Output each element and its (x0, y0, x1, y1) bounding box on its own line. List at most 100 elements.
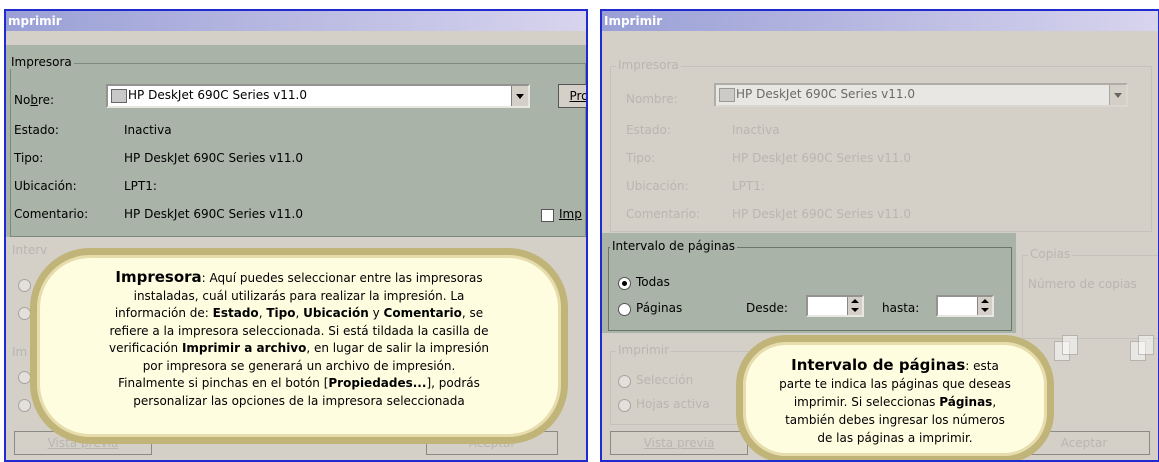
interval-help-tooltip: Intervalo de páginas: esta parte te indi… (736, 335, 1054, 460)
copies-group-title: Copias (1028, 247, 1073, 261)
status-label: Estado: (14, 123, 59, 137)
tooltip-text: imprimir. Si seleccionas (793, 395, 940, 409)
chevron-down-icon[interactable] (1109, 85, 1126, 105)
active-sheets-label: Hojas activa (636, 397, 710, 411)
print-group-title: Imprimir (616, 343, 672, 357)
tooltip-text: verificación (108, 341, 182, 355)
printer-select-value: HP DeskJet 690C Series v11.0 (736, 87, 915, 101)
preview-button[interactable]: Vista previa (610, 431, 748, 455)
accept-button-label: Aceptar (1060, 436, 1108, 450)
dialog-title: mprimir (6, 11, 586, 31)
tooltip-text: , se (461, 306, 484, 320)
tooltip-text: información de: Estado, Tipo, Ubicación … (37, 305, 561, 323)
tooltip-bold: Tipo (266, 306, 296, 320)
pages-radio[interactable] (618, 303, 631, 316)
print-dialog-page-range: Imprimir Impresora Nombre: HP DeskJet 69… (600, 9, 1159, 462)
printer-help-tooltip: Impresora: Aquí puedes seleccionar entre… (30, 248, 568, 444)
location-label: Ubicación: (14, 179, 77, 193)
printer-select[interactable]: HP DeskJet 690C Series v11.0 (714, 83, 1128, 107)
tooltip-text: instaladas, cuál utilizarás para realiza… (133, 288, 465, 303)
printer-select-value: HP DeskJet 690C Series v11.0 (128, 88, 307, 102)
tooltip-text: verificación Imprimir a archivo, en luga… (37, 340, 561, 358)
tooltip-text: , (992, 395, 997, 409)
selection-label: Selección (636, 373, 694, 387)
tooltip-heading: Impresora (115, 268, 202, 286)
type-value: HP DeskJet 690C Series v11.0 (124, 151, 303, 165)
location-value: LPT1: (732, 179, 765, 193)
type-value: HP DeskJet 690C Series v11.0 (732, 151, 911, 165)
tooltip-bold: Propiedades... (328, 376, 427, 390)
comment-value: HP DeskJet 690C Series v11.0 (124, 207, 303, 221)
printer-select[interactable]: HP DeskJet 690C Series v11.0 (106, 84, 530, 108)
tooltip-text: personalizar las opciones de la impresor… (133, 393, 465, 408)
all-pages-radio[interactable] (18, 279, 31, 292)
interval-group-title: Interv (12, 243, 48, 257)
name-label: Nobre: (14, 93, 55, 107)
tooltip-text: por impresora se generará un archivo de … (142, 358, 456, 373)
comment-label: Comentario: (626, 207, 701, 221)
print-dialog-printer: mprimir Impresora Nobre: HP DeskJet 690C… (4, 9, 588, 462)
tooltip-text: información de: (114, 306, 213, 320)
location-label: Ubicación: (626, 179, 689, 193)
name-label: Nombre: (626, 92, 678, 106)
type-label: Tipo: (14, 151, 44, 165)
status-label: Estado: (626, 123, 671, 137)
copies-group (1022, 255, 1158, 339)
dialog-title: Imprimir (602, 11, 1158, 31)
printer-group-title: Impresora (616, 58, 681, 72)
tooltip-bold: Imprimir a archivo (181, 341, 307, 355)
tooltip-bold: Páginas (939, 395, 993, 409)
printer-icon (719, 88, 735, 102)
tooltip-text: , (295, 306, 304, 320)
interval-group (608, 247, 1012, 331)
tooltip-bold: Estado (212, 306, 259, 320)
location-value: LPT1: (124, 179, 157, 193)
status-value: Inactiva (124, 123, 172, 137)
from-page-spinner[interactable] (806, 295, 864, 317)
tooltip-text: y (368, 306, 384, 320)
type-label: Tipo: (626, 151, 656, 165)
preview-button-label: Vista previa (643, 436, 715, 450)
to-page-spinner[interactable] (936, 295, 994, 317)
printer-icon (111, 89, 127, 103)
print-to-file-checkbox[interactable] (541, 209, 554, 222)
tooltip-text: imprimir. Si seleccionas Páginas, (743, 393, 1047, 411)
printer-group-title: Impresora (9, 55, 74, 69)
comment-label: Comentario: (14, 207, 89, 221)
copies-count-label: Número de copias (1028, 277, 1137, 291)
from-label: Desde: (746, 301, 788, 315)
interval-group-title: Intervalo de páginas (610, 239, 738, 253)
tooltip-text: ], podrás (426, 376, 480, 390)
tooltip-text: también debes ingresar los números (785, 413, 1005, 427)
name-label-mnemonic: b (30, 93, 38, 107)
tooltip-text: : esta (965, 359, 999, 373)
chevron-down-icon[interactable] (511, 86, 528, 106)
all-pages-radio[interactable] (618, 277, 631, 290)
spinner-arrows-icon[interactable] (847, 297, 862, 315)
pages-label: Páginas (636, 301, 683, 315)
print-group-title: Im (12, 345, 28, 359)
tooltip-text: Finalmente si pinchas en el botón [Propi… (37, 375, 561, 393)
tooltip-text: refiere a la impresora seleccionada. Si … (109, 323, 489, 338)
properties-button[interactable]: Pro (558, 84, 588, 108)
tooltip-text: : Aquí puedes seleccionar entre las impr… (201, 271, 483, 285)
spinner-arrows-icon[interactable] (977, 297, 992, 315)
collate-icon (1062, 335, 1078, 355)
tooltip-text: parte te indica las páginas que deseas (779, 377, 1011, 391)
properties-button-label: Pro (569, 89, 588, 103)
selection-radio[interactable] (618, 375, 631, 388)
collate-icon (1138, 335, 1154, 355)
all-pages-label: Todas (636, 275, 670, 289)
print-to-file-label: Imp (559, 207, 582, 221)
comment-value: HP DeskJet 690C Series v11.0 (732, 207, 911, 221)
tooltip-text: de las páginas a imprimir. (817, 431, 973, 445)
active-sheets-radio[interactable] (18, 399, 31, 412)
tooltip-text: , en lugar de salir la impresión (306, 341, 490, 355)
active-sheets-radio[interactable] (618, 399, 631, 412)
tooltip-bold: Comentario (383, 306, 462, 320)
tooltip-text: Finalmente si pinchas en el botón [ (118, 376, 329, 390)
tooltip-heading: Intervalo de páginas (791, 356, 966, 374)
status-value: Inactiva (732, 123, 780, 137)
tooltip-bold: Ubicación (303, 306, 369, 320)
to-label: hasta: (882, 301, 920, 315)
